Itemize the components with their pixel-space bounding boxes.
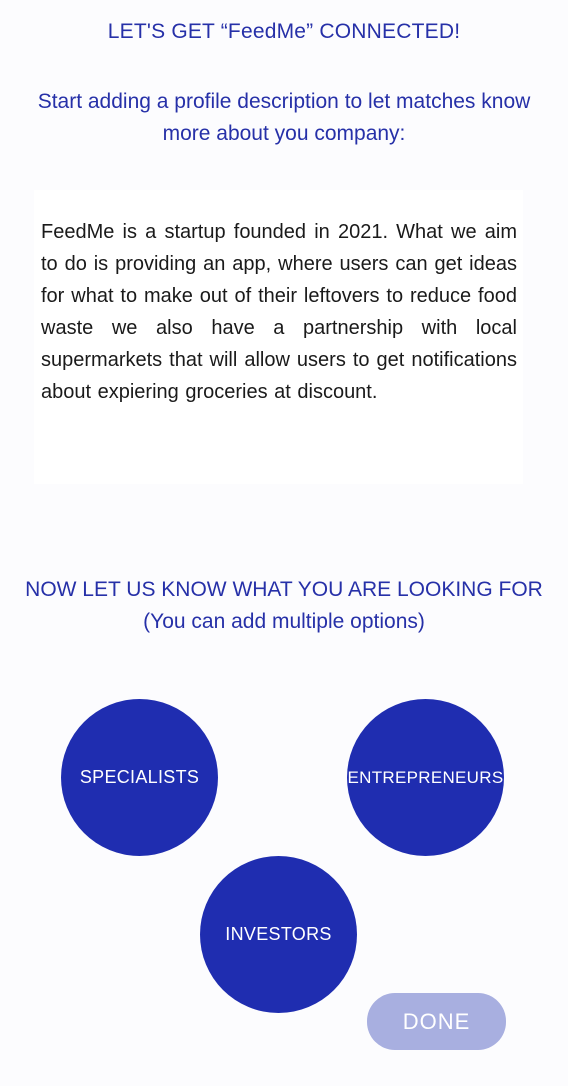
looking-for-hint: (You can add multiple options) [143,610,425,633]
looking-for-heading: NOW LET US KNOW WHAT YOU ARE LOOKING FOR [25,578,543,601]
option-entrepreneurs-button[interactable]: ENTREPRENEURS [347,699,504,856]
page-title: LET'S GET “FeedMe” CONNECTED! [107,20,461,43]
profile-description-field[interactable]: FeedMe is a startup founded in 2021. Wha… [34,190,523,484]
option-investors-button[interactable]: INVESTORS [200,856,357,1013]
done-button[interactable]: DONE [367,993,506,1050]
option-label: SPECIALISTS [79,767,200,787]
option-specialists-button[interactable]: SPECIALISTS [61,699,218,856]
option-label: INVESTORS [225,924,332,944]
profile-description-text: FeedMe is a startup founded in 2021. Wha… [41,221,517,403]
page-subtitle: Start adding a profile description to le… [37,90,531,145]
option-label: ENTREPRENEURS [347,767,504,787]
looking-for-section: NOW LET US KNOW WHAT YOU ARE LOOKING FOR… [0,574,568,638]
